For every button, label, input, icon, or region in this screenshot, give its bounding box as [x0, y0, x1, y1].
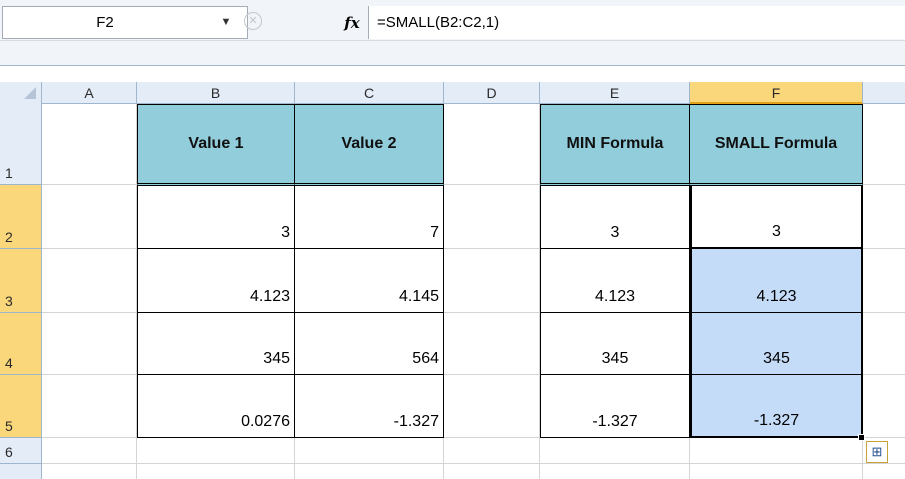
cell-f1[interactable]: SMALL Formula [690, 104, 863, 186]
column-header-b[interactable]: B [137, 82, 295, 104]
cell-e2[interactable]: 3 [540, 186, 690, 249]
row-header-7[interactable] [0, 464, 42, 479]
column-header-c[interactable]: C [295, 82, 444, 104]
cell-e5[interactable]: -1.327 [540, 375, 690, 438]
row-header-4[interactable]: 4 [0, 313, 42, 375]
row-header-1[interactable]: 1 [0, 104, 42, 185]
column-header-a[interactable]: A [42, 82, 137, 104]
cell-b2[interactable]: 3 [137, 186, 295, 249]
column-header-f[interactable]: F [690, 82, 863, 104]
name-box[interactable]: F2 [2, 6, 248, 39]
cell-b5[interactable]: 0.0276 [137, 375, 295, 438]
column-header-e[interactable]: E [540, 82, 690, 104]
function-icon[interactable]: fx [340, 10, 364, 36]
row-header-6[interactable]: 6 [0, 438, 42, 464]
cell-c4[interactable]: 564 [295, 313, 444, 375]
cell-e4[interactable]: 345 [540, 313, 690, 375]
formula-bar-expanded [0, 40, 905, 65]
cell-b4[interactable]: 345 [137, 313, 295, 375]
cell-e1[interactable]: MIN Formula [540, 104, 690, 186]
cell-c2[interactable]: 7 [295, 186, 444, 249]
gridline [42, 463, 905, 464]
cell-e3[interactable]: 4.123 [540, 249, 690, 313]
row-header-3[interactable]: 3 [0, 249, 42, 313]
paste-options-icon[interactable]: ⊞ [866, 441, 888, 463]
row-header-5[interactable]: 5 [0, 375, 42, 438]
cell-f2-active[interactable]: 3 [690, 186, 863, 249]
column-header-d[interactable]: D [444, 82, 540, 104]
cell-f4[interactable]: 345 [690, 313, 863, 375]
cell-f3[interactable]: 4.123 [690, 249, 863, 313]
cell-b3[interactable]: 4.123 [137, 249, 295, 313]
select-all-icon [24, 87, 36, 99]
chevron-down-icon[interactable]: ▼ [216, 6, 236, 39]
cell-f5[interactable]: -1.327 [690, 375, 863, 438]
cell-b1[interactable]: Value 1 [137, 104, 295, 186]
fill-handle[interactable] [858, 434, 865, 441]
formula-input[interactable]: =SMALL(B2:C2,1) [368, 6, 905, 39]
cell-c1[interactable]: Value 2 [295, 104, 444, 186]
cell-c3[interactable]: 4.145 [295, 249, 444, 313]
cell-c5[interactable]: -1.327 [295, 375, 444, 438]
row-header-2[interactable]: 2 [0, 185, 42, 249]
cancel-icon[interactable]: ✕ [244, 12, 262, 30]
